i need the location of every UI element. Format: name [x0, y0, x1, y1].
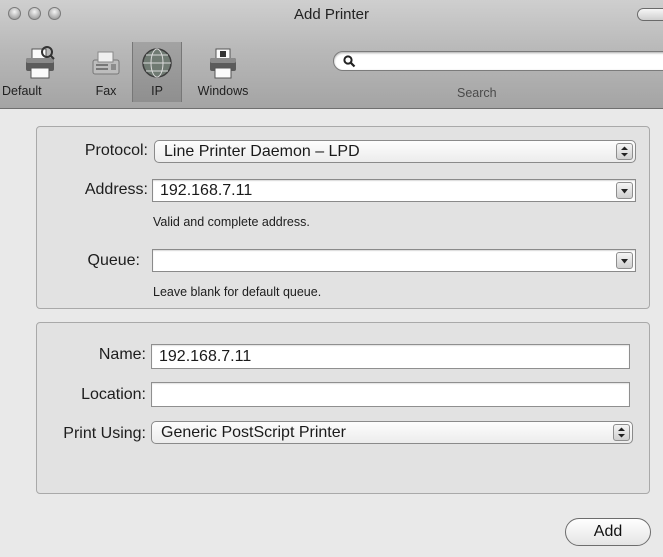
address-label: Address:: [84, 181, 148, 198]
toolbar-item-label: IP: [151, 84, 163, 98]
queue-combo[interactable]: [152, 249, 636, 272]
magnifier-icon: [343, 55, 356, 68]
toolbar-item-default[interactable]: Default: [0, 42, 80, 102]
toolbar-item-label: Windows: [197, 84, 249, 98]
popup-arrows-icon: [616, 143, 633, 160]
print-using-popup[interactable]: Generic PostScript Printer: [151, 421, 633, 444]
toolbar-item-windows[interactable]: Windows: [184, 42, 262, 102]
search-label: Search: [457, 86, 497, 100]
protocol-popup[interactable]: Line Printer Daemon – LPD: [154, 140, 636, 163]
address-combo[interactable]: 192.168.7.11: [152, 179, 636, 202]
print-using-value: Generic PostScript Printer: [161, 424, 346, 441]
name-label: Name:: [98, 346, 146, 363]
name-field[interactable]: 192.168.7.11: [151, 344, 630, 369]
toolbar-item-label: Fax: [95, 84, 117, 98]
address-input[interactable]: 192.168.7.11: [160, 182, 252, 199]
location-label: Location:: [81, 386, 146, 403]
toolbar-item-label: Default: [2, 84, 42, 98]
add-button[interactable]: Add: [565, 518, 651, 546]
queue-hint: Leave blank for default queue.: [153, 285, 322, 299]
search-field[interactable]: [333, 51, 663, 71]
printer-icon: [26, 46, 55, 79]
toolbar-item-ip[interactable]: IP: [132, 42, 182, 102]
chevron-down-icon[interactable]: [616, 252, 633, 269]
fax-icon: [92, 51, 120, 75]
toolbar-toggle-button[interactable]: [637, 8, 663, 21]
address-hint: Valid and complete address.: [153, 215, 310, 229]
queue-label: Queue:: [87, 252, 140, 269]
globe-icon: [142, 48, 172, 78]
location-field[interactable]: [151, 382, 630, 407]
print-using-label: Print Using:: [63, 425, 146, 442]
protocol-value: Line Printer Daemon – LPD: [164, 143, 360, 160]
popup-arrows-icon: [613, 424, 630, 441]
toolbar-item-fax[interactable]: Fax: [80, 42, 132, 102]
protocol-label: Protocol:: [84, 142, 148, 159]
windows-printer-icon: [210, 48, 236, 79]
chevron-down-icon[interactable]: [616, 182, 633, 199]
window-title: Add Printer: [293, 6, 370, 23]
